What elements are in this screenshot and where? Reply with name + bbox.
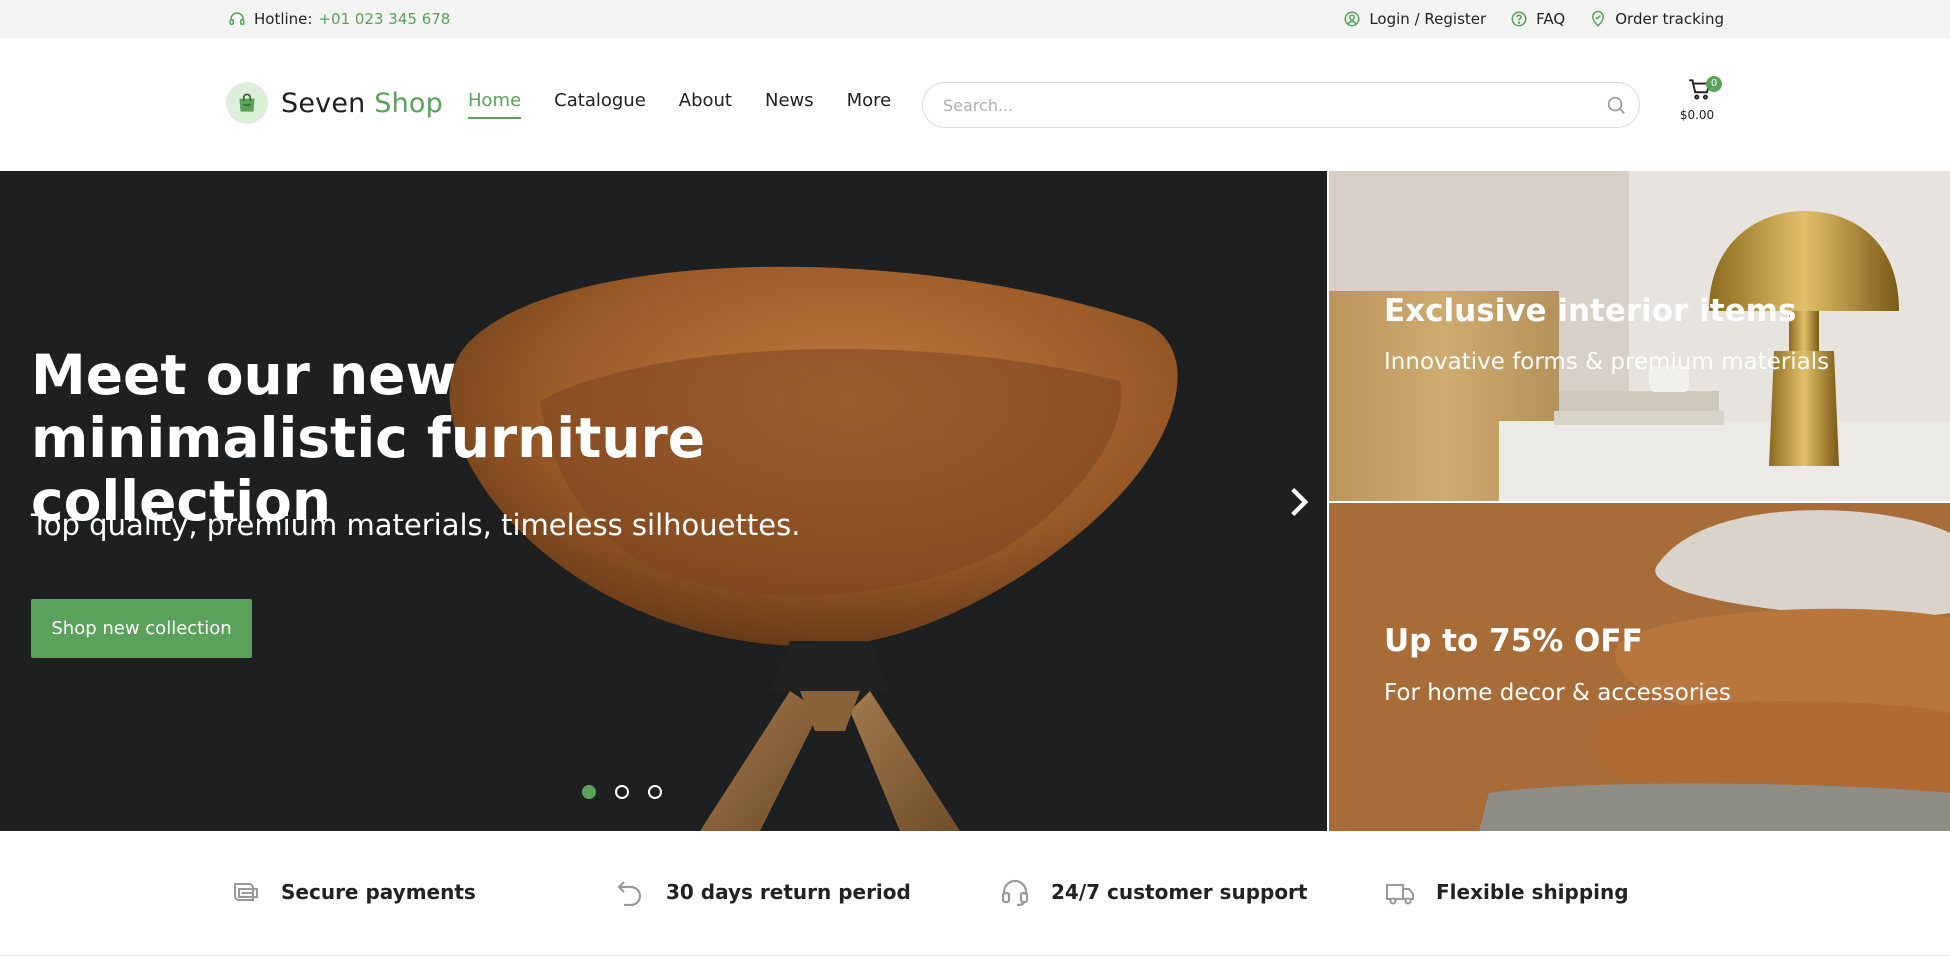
- search-box: [922, 82, 1640, 128]
- shop-new-collection-button[interactable]: Shop new collection: [31, 599, 252, 658]
- location-pin-icon: [1592, 10, 1605, 27]
- order-tracking-link[interactable]: Order tracking: [1589, 10, 1724, 28]
- faq-link[interactable]: FAQ: [1510, 10, 1565, 28]
- promo-tile-interior[interactable]: Exclusive interior items Innovative form…: [1329, 171, 1950, 501]
- promo-sale-subtitle: For home decor & accessories: [1384, 680, 1731, 706]
- feature-flexible-shipping: Flexible shipping: [1384, 876, 1629, 908]
- main-nav: Home Catalogue About News More: [468, 90, 924, 119]
- user-circle-icon: [1344, 11, 1360, 27]
- feature-customer-support: 24/7 customer support: [999, 876, 1307, 908]
- cart-count-badge: 0: [1706, 76, 1722, 92]
- hotline-label: Hotline:: [254, 10, 313, 28]
- headset-icon: [1001, 879, 1029, 907]
- hero-title: Meet our new minimalistic furniture coll…: [31, 343, 706, 533]
- top-links: Login / Register FAQ Order tracking: [1319, 0, 1724, 38]
- brand-main: Seven: [281, 87, 366, 119]
- interior-image: [1329, 171, 1950, 501]
- hero-subtitle: Top quality, premium materials, timeless…: [31, 508, 801, 542]
- promo-interior-subtitle: Innovative forms & premium materials: [1384, 349, 1830, 375]
- slider-dots: [582, 785, 681, 799]
- nav-home[interactable]: Home: [468, 90, 522, 119]
- top-bar: Hotline: +01 023 345 678 Login / Registe…: [0, 0, 1950, 38]
- question-circle-icon: [1511, 11, 1527, 27]
- login-register-link[interactable]: Login / Register: [1343, 10, 1486, 28]
- slider-dot-3[interactable]: [648, 785, 662, 799]
- feature-label: 30 days return period: [666, 880, 911, 904]
- faq-label: FAQ: [1536, 10, 1566, 28]
- feature-label: Flexible shipping: [1436, 880, 1629, 904]
- pillows-image: [1329, 503, 1950, 831]
- promo-tile-sale[interactable]: Up to 75% OFF For home decor & accessori…: [1329, 503, 1950, 831]
- order-tracking-label: Order tracking: [1615, 10, 1724, 28]
- cart[interactable]: 0 $0.00: [1680, 76, 1722, 122]
- credit-card-icon: [234, 883, 258, 901]
- feature-label: Secure payments: [281, 880, 476, 904]
- slider-dot-2[interactable]: [615, 785, 629, 799]
- hotline: Hotline: +01 023 345 678: [228, 0, 450, 38]
- chevron-right-icon[interactable]: [1284, 482, 1314, 522]
- brand-accent: Shop: [374, 87, 443, 119]
- headset-icon: [229, 12, 245, 25]
- promo-sale-title: Up to 75% OFF: [1384, 623, 1643, 659]
- hero-slider: Meet our new minimalistic furniture coll…: [0, 171, 1327, 831]
- hotline-number[interactable]: +01 023 345 678: [318, 10, 450, 28]
- header: Seven Shop Home Catalogue About News Mor…: [0, 38, 1950, 171]
- logo[interactable]: Seven Shop: [226, 82, 443, 124]
- feature-label: 24/7 customer support: [1051, 880, 1308, 904]
- brand-name: Seven Shop: [281, 88, 443, 119]
- promo-interior-title: Exclusive interior items: [1384, 293, 1797, 329]
- cart-total: $0.00: [1679, 108, 1715, 122]
- truck-icon: [1386, 884, 1414, 905]
- search-input[interactable]: [943, 95, 1605, 115]
- return-arrow-icon: [617, 881, 642, 907]
- nav-news[interactable]: News: [765, 90, 814, 119]
- nav-catalogue[interactable]: Catalogue: [554, 90, 646, 119]
- login-register-label: Login / Register: [1369, 10, 1487, 28]
- shopping-bag-icon: [226, 82, 268, 124]
- features-bar: Secure payments 30 days return period 24…: [0, 831, 1950, 956]
- nav-about[interactable]: About: [679, 90, 732, 119]
- feature-secure-payments: Secure payments: [229, 876, 476, 908]
- slider-dot-1[interactable]: [582, 785, 596, 799]
- nav-more[interactable]: More: [847, 90, 892, 119]
- feature-return-period: 30 days return period: [614, 876, 911, 908]
- search-icon[interactable]: [1605, 94, 1627, 116]
